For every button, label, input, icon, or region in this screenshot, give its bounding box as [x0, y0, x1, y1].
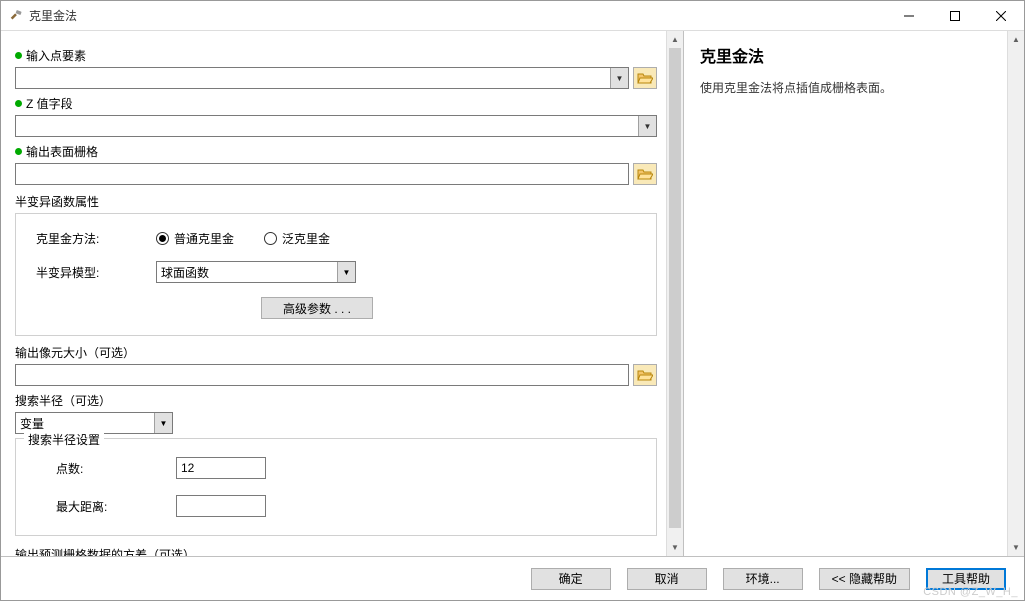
radio-ordinary[interactable]: 普通克里金: [156, 230, 234, 247]
semivariogram-group: 克里金方法: 普通克里金 泛克里金 半变异模型: 球面函数 ▼ 高级参数 . .…: [15, 213, 657, 336]
right-scrollbar[interactable]: ▲ ▼: [1007, 31, 1024, 556]
search-radius-settings-group: 搜索半径设置 点数: 最大距离:: [15, 438, 657, 536]
folder-open-icon: [637, 167, 653, 181]
semivariogram-model-row: 半变异模型: 球面函数 ▼: [36, 261, 636, 283]
scroll-thumb[interactable]: [669, 48, 681, 528]
chevron-down-icon: ▼: [638, 116, 656, 136]
body-wrap: 输入点要素 ▼ Z 值字段 ▼ 输: [1, 31, 1024, 600]
left-scrollbar[interactable]: ▲ ▼: [666, 31, 683, 556]
chevron-down-icon: ▼: [337, 262, 355, 282]
max-distance-input[interactable]: [176, 495, 266, 517]
scroll-down-icon[interactable]: ▼: [667, 539, 683, 556]
required-dot-icon: [15, 148, 22, 155]
close-button[interactable]: [978, 1, 1024, 31]
cellsize-row: [15, 364, 657, 386]
help-title: 克里金法: [700, 43, 1008, 67]
z-field-label: Z 值字段: [15, 95, 657, 112]
cancel-button[interactable]: 取消: [627, 568, 707, 590]
folder-open-icon: [637, 368, 653, 382]
kriging-method-row: 克里金方法: 普通克里金 泛克里金: [36, 230, 636, 247]
input-points-row: ▼: [15, 67, 657, 89]
radio-ordinary-input[interactable]: [156, 232, 169, 245]
dialog-window: 克里金法 输入点要素 ▼ Z 值字段: [0, 0, 1025, 601]
titlebar-left: 克里金法: [9, 7, 77, 24]
window-title: 克里金法: [29, 7, 77, 24]
kriging-method-label: 克里金方法:: [36, 230, 126, 247]
window-controls: [886, 1, 1024, 30]
output-variance-label: 输出预测栅格数据的方差（可选）: [15, 546, 657, 556]
hammer-icon: [9, 9, 23, 23]
maximize-button[interactable]: [932, 1, 978, 31]
cellsize-label: 输出像元大小（可选）: [15, 344, 657, 361]
output-raster-input[interactable]: [15, 163, 629, 185]
ok-button[interactable]: 确定: [531, 568, 611, 590]
help-pane: 克里金法 使用克里金法将点插值成栅格表面。 ▲ ▼: [684, 31, 1024, 556]
content: 输入点要素 ▼ Z 值字段 ▼ 输: [1, 31, 1024, 556]
z-field-row: ▼: [15, 115, 657, 137]
num-points-row: 点数:: [36, 457, 636, 479]
chevron-down-icon: ▼: [610, 68, 628, 88]
semivariogram-model-value: 球面函数: [157, 264, 337, 281]
scroll-down-icon[interactable]: ▼: [1008, 539, 1024, 556]
minimize-button[interactable]: [886, 1, 932, 31]
bottom-bar: 确定 取消 环境... << 隐藏帮助 工具帮助: [1, 556, 1024, 600]
semivariogram-label: 半变异函数属性: [15, 193, 657, 210]
environments-button[interactable]: 环境...: [723, 568, 803, 590]
hide-help-button[interactable]: << 隐藏帮助: [819, 568, 910, 590]
search-radius-label: 搜索半径（可选）: [15, 392, 657, 409]
num-points-label: 点数:: [36, 460, 116, 477]
titlebar: 克里金法: [1, 1, 1024, 31]
scroll-up-icon[interactable]: ▲: [1008, 31, 1024, 48]
left-pane: 输入点要素 ▼ Z 值字段 ▼ 输: [1, 31, 684, 556]
required-dot-icon: [15, 52, 22, 59]
radio-universal-input[interactable]: [264, 232, 277, 245]
input-points-label: 输入点要素: [15, 47, 657, 64]
max-distance-row: 最大距离:: [36, 495, 636, 517]
z-field-combo[interactable]: ▼: [15, 115, 657, 137]
cellsize-input[interactable]: [15, 364, 629, 386]
search-radius-value: 变量: [16, 415, 154, 432]
semivariogram-model-label: 半变异模型:: [36, 264, 126, 281]
folder-open-icon: [637, 71, 653, 85]
browse-input-points-button[interactable]: [633, 67, 657, 89]
output-raster-label: 输出表面栅格: [15, 143, 657, 160]
scroll-up-icon[interactable]: ▲: [667, 31, 683, 48]
required-dot-icon: [15, 100, 22, 107]
input-points-combo[interactable]: ▼: [15, 67, 629, 89]
semivariogram-model-combo[interactable]: 球面函数 ▼: [156, 261, 356, 283]
form-area: 输入点要素 ▼ Z 值字段 ▼ 输: [1, 31, 683, 556]
browse-output-raster-button[interactable]: [633, 163, 657, 185]
browse-cellsize-button[interactable]: [633, 364, 657, 386]
output-raster-row: [15, 163, 657, 185]
max-distance-label: 最大距离:: [36, 498, 116, 515]
advanced-params-button[interactable]: 高级参数 . . .: [261, 297, 373, 319]
watermark: CSDN @Z_W_H_: [923, 586, 1018, 598]
num-points-input[interactable]: [176, 457, 266, 479]
advanced-row: 高级参数 . . .: [36, 297, 636, 319]
help-description: 使用克里金法将点插值成栅格表面。: [700, 79, 1008, 98]
radio-universal[interactable]: 泛克里金: [264, 230, 330, 247]
chevron-down-icon: ▼: [154, 413, 172, 433]
search-settings-label: 搜索半径设置: [24, 431, 104, 448]
